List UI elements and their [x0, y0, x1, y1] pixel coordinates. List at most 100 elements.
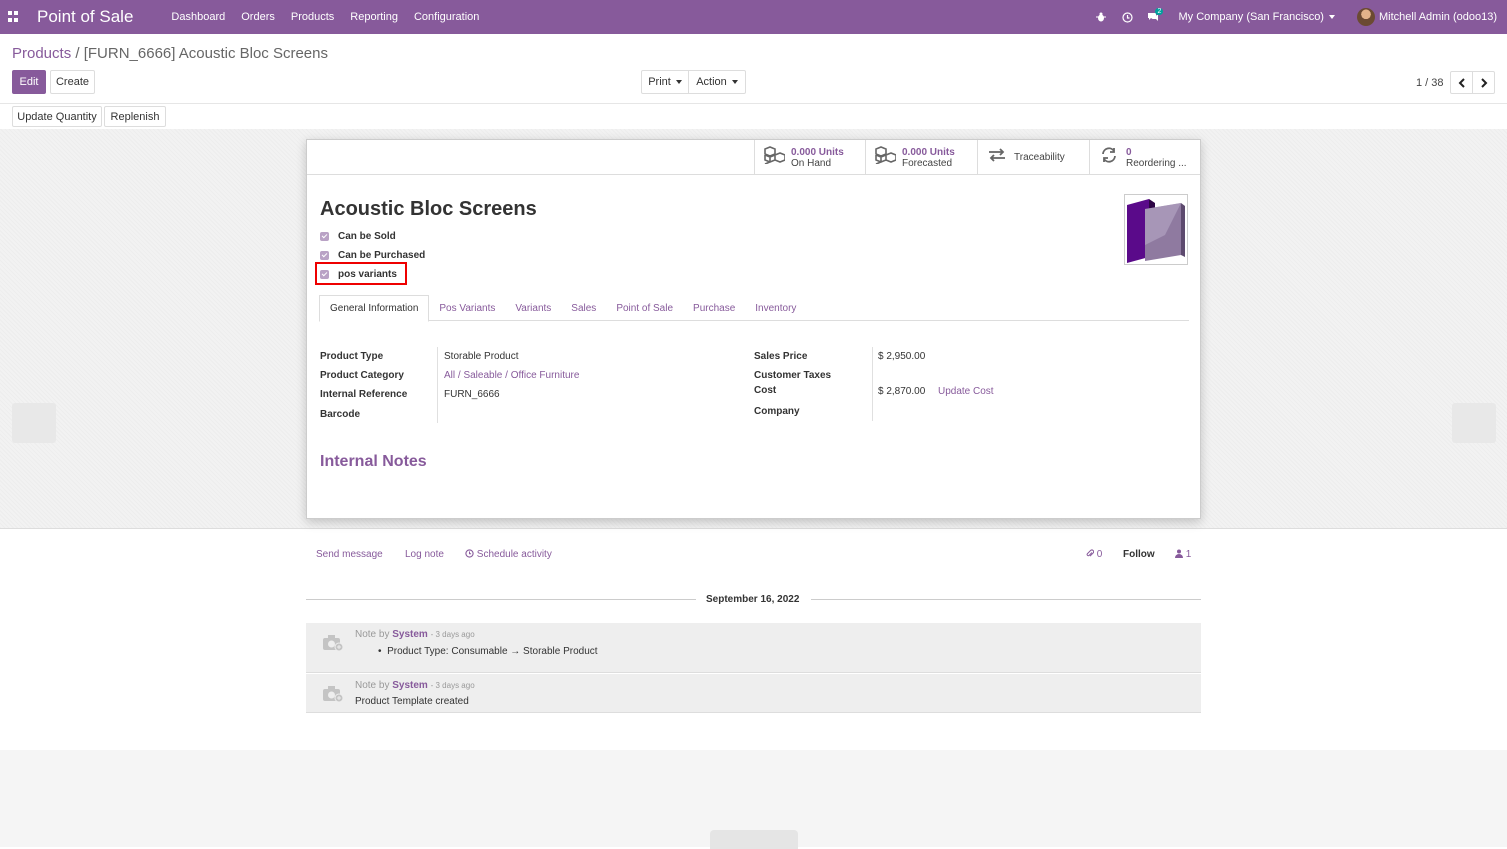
- message: Note by System - 3 days ago • Product Ty…: [306, 623, 1201, 673]
- tab-sales[interactable]: Sales: [561, 295, 606, 321]
- tab-pos-variants[interactable]: Pos Variants: [429, 295, 505, 321]
- pager-value[interactable]: 1 / 38: [1416, 77, 1444, 89]
- create-button[interactable]: Create: [50, 70, 95, 94]
- update-quantity-button[interactable]: Update Quantity: [12, 106, 102, 127]
- can-be-sold-label: Can be Sold: [338, 231, 396, 242]
- user-menu[interactable]: Mitchell Admin (odoo13): [1379, 11, 1497, 23]
- cost-value[interactable]: $ 2,870.00: [878, 386, 925, 397]
- message-time: - 3 days ago: [430, 681, 475, 690]
- follow-button[interactable]: Follow: [1123, 549, 1155, 560]
- paperclip-icon: [1086, 549, 1095, 557]
- avatar[interactable]: [1356, 8, 1375, 26]
- scroll-handle[interactable]: [710, 830, 798, 849]
- message-author[interactable]: System: [392, 629, 428, 640]
- send-message-button[interactable]: Send message: [316, 549, 383, 560]
- next-record-arrow[interactable]: [1452, 403, 1496, 443]
- customer-taxes-label: Customer Taxes: [754, 370, 832, 381]
- message-header: Note by System - 3 days ago: [355, 680, 475, 691]
- bug-icon[interactable]: [1094, 10, 1108, 24]
- tab-point-of-sale[interactable]: Point of Sale: [606, 295, 683, 321]
- message-prefix: Note by: [355, 629, 390, 640]
- highlight-box: [315, 262, 407, 285]
- product-category-value[interactable]: All / Saleable / Office Furniture: [444, 370, 579, 381]
- schedule-activity-label: Schedule activity: [476, 549, 552, 560]
- message-prefix: Note by: [355, 680, 390, 691]
- notebook-tabs: General Information Pos Variants Variant…: [319, 295, 1189, 322]
- main-menu: Dashboard Orders Products Reporting Conf…: [171, 11, 495, 23]
- tab-general-information[interactable]: General Information: [319, 295, 430, 322]
- reordering-label: Reordering ...: [1126, 157, 1187, 169]
- schedule-activity-button[interactable]: Schedule activity: [465, 549, 552, 560]
- tab-inventory[interactable]: Inventory: [745, 295, 806, 321]
- smart-buttons: 0.000 Units On Hand 0.000 Units Forecasted…: [307, 140, 1200, 175]
- cubes-icon: [874, 146, 897, 169]
- can-be-purchased-label: Can be Purchased: [338, 250, 426, 261]
- chevron-down-icon: [675, 80, 682, 84]
- menu-dashboard[interactable]: Dashboard: [171, 11, 225, 23]
- reordering-value: 0: [1126, 146, 1132, 158]
- internal-notes-title: Internal Notes: [320, 453, 427, 470]
- pager-next-button[interactable]: [1472, 71, 1495, 94]
- chat-icon[interactable]: 2: [1146, 8, 1164, 24]
- action-button[interactable]: Action: [688, 70, 746, 94]
- replenish-button[interactable]: Replenish: [104, 106, 166, 127]
- chevron-down-icon: [1328, 15, 1335, 20]
- edit-button[interactable]: Edit: [12, 70, 46, 94]
- form-sheet: 0.000 Units On Hand 0.000 Units Forecasted…: [306, 139, 1201, 519]
- log-note-button[interactable]: Log note: [405, 549, 444, 560]
- can-be-purchased-checkbox[interactable]: [320, 251, 329, 260]
- camera-icon: [322, 685, 344, 703]
- product-type-value[interactable]: Storable Product: [444, 351, 519, 362]
- breadcrumb: Products / [FURN_6666] Acoustic Bloc Scr…: [12, 45, 328, 62]
- sales-price-value[interactable]: $ 2,950.00: [878, 351, 925, 362]
- internal-reference-value[interactable]: FURN_6666: [444, 389, 500, 400]
- stat-forecasted[interactable]: 0.000 Units Forecasted: [865, 140, 978, 175]
- breadcrumb-separator: /: [75, 45, 80, 62]
- attachments-count: 0: [1096, 549, 1103, 560]
- stat-reordering[interactable]: 0 Reordering ...: [1089, 140, 1200, 175]
- tab-purchase[interactable]: Purchase: [683, 295, 745, 321]
- company-switcher[interactable]: My Company (San Francisco): [1178, 11, 1335, 23]
- chevron-left-icon: [1458, 77, 1465, 88]
- chat-badge: 2: [1155, 8, 1164, 15]
- update-cost-link[interactable]: Update Cost: [938, 386, 994, 397]
- clock-icon[interactable]: [1120, 10, 1134, 24]
- user-icon: [1175, 549, 1183, 558]
- menu-orders[interactable]: Orders: [241, 11, 275, 23]
- menu-configuration[interactable]: Configuration: [414, 11, 479, 23]
- action-label: Action: [696, 76, 727, 88]
- date-separator: September 16, 2022: [306, 594, 1201, 606]
- can-be-sold-checkbox[interactable]: [320, 232, 329, 241]
- company-label: Company: [754, 406, 800, 417]
- navbar-right: 2 My Company (San Francisco) Mitchell Ad…: [1094, 0, 1507, 34]
- followers-button[interactable]: 1: [1175, 549, 1191, 560]
- bullet: •: [378, 646, 388, 657]
- forecasted-value: 0.000 Units: [902, 146, 955, 158]
- message: Note by System - 3 days ago Product Temp…: [306, 674, 1201, 713]
- message-author[interactable]: System: [392, 680, 428, 691]
- breadcrumb-current: [FURN_6666] Acoustic Bloc Screens: [83, 45, 328, 62]
- product-image[interactable]: [1124, 194, 1188, 265]
- previous-record-arrow[interactable]: [12, 403, 56, 443]
- on-hand-value: 0.000 Units: [791, 146, 844, 158]
- print-button[interactable]: Print: [641, 70, 689, 94]
- message-body: Product Template created: [355, 696, 469, 707]
- stat-traceability[interactable]: Traceability: [977, 140, 1090, 175]
- sales-price-label: Sales Price: [754, 351, 808, 362]
- product-name: Acoustic Bloc Screens: [320, 198, 537, 220]
- message-header: Note by System - 3 days ago: [355, 629, 475, 640]
- clock-icon: [465, 549, 474, 558]
- attachments-button[interactable]: 0: [1086, 549, 1102, 560]
- tab-variants[interactable]: Variants: [505, 295, 561, 321]
- can-be-purchased-row: Can be Purchased: [320, 250, 425, 261]
- stat-on-hand[interactable]: 0.000 Units On Hand: [754, 140, 866, 175]
- menu-reporting[interactable]: Reporting: [350, 11, 398, 23]
- followers-count: 1: [1185, 549, 1192, 560]
- pager-previous-button[interactable]: [1450, 71, 1473, 94]
- apps-icon[interactable]: [8, 11, 20, 23]
- divider: [306, 599, 696, 600]
- app-title[interactable]: Point of Sale: [37, 7, 133, 27]
- message-text: Product Type: Consumable → Storable Prod…: [387, 646, 598, 657]
- menu-products[interactable]: Products: [291, 11, 334, 23]
- breadcrumb-products[interactable]: Products: [12, 45, 71, 62]
